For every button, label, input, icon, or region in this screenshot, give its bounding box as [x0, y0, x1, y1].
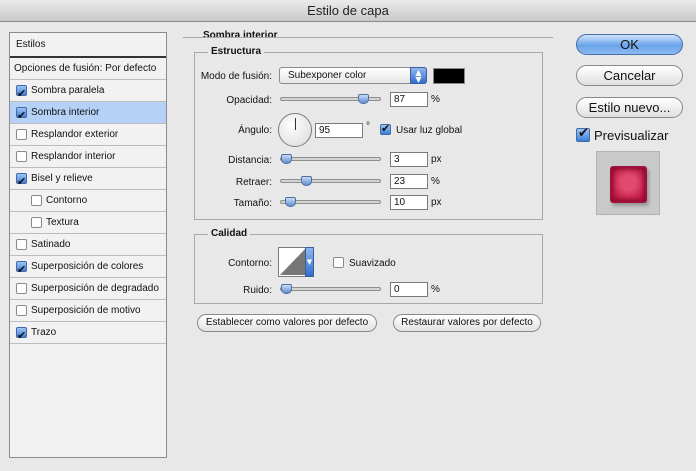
distance-label: Distancia: [228, 155, 272, 166]
new-style-button[interactable]: Estilo nuevo... [576, 97, 683, 118]
style-item-label: Superposición de colores [31, 261, 144, 272]
style-item[interactable]: Superposición de motivo [10, 300, 166, 322]
style-item-checkbox[interactable] [16, 83, 27, 104]
contour-label: Contorno: [228, 258, 272, 269]
angle-unit: ° [366, 121, 370, 132]
angle-label: Ángulo: [238, 125, 272, 136]
window-title: Estilo de capa [0, 0, 696, 22]
choke-unit: % [431, 176, 440, 187]
style-item-label: Resplandor interior [31, 151, 116, 162]
noise-slider[interactable] [280, 284, 381, 294]
style-item-checkbox[interactable] [16, 283, 27, 294]
style-item[interactable]: Resplandor exterior [10, 124, 166, 146]
preview-checkbox[interactable] [576, 126, 590, 142]
style-item-label: Sombra paralela [31, 85, 105, 96]
size-slider-thumb[interactable] [285, 197, 296, 207]
style-item-checkbox[interactable] [16, 305, 27, 316]
inner-shadow-title: Sombra interior [200, 30, 281, 41]
size-label: Tamaño: [233, 198, 272, 209]
structure-title: Estructura [208, 46, 265, 57]
style-item-checkbox[interactable] [16, 105, 27, 126]
style-item-checkbox[interactable] [16, 239, 27, 250]
antialias-checkbox[interactable] [333, 257, 344, 268]
style-item[interactable]: Satinado [10, 234, 166, 256]
style-item-label: Trazo [31, 327, 57, 338]
opacity-slider-thumb[interactable] [358, 94, 369, 104]
preview-label: Previsualizar [594, 128, 669, 143]
style-item[interactable]: Superposición de degradado [10, 278, 166, 300]
style-item[interactable]: Textura [10, 212, 166, 234]
contour-picker[interactable]: ▼ [278, 247, 314, 277]
style-item-label: Superposición de degradado [31, 283, 159, 294]
noise-unit: % [431, 284, 440, 295]
distance-slider-thumb[interactable] [281, 154, 292, 164]
angle-dial-needle [295, 118, 296, 130]
antialias-label: Suavizado [349, 258, 396, 269]
style-item-label: Resplandor exterior [31, 129, 119, 140]
noise-input[interactable]: 0 [390, 282, 428, 297]
style-item-checkbox[interactable] [31, 217, 42, 228]
style-item-checkbox[interactable] [16, 151, 27, 162]
style-item-label: Superposición de motivo [31, 305, 141, 316]
contour-dropdown-icon[interactable]: ▼ [305, 247, 314, 277]
style-item-checkbox[interactable] [16, 171, 27, 192]
style-item[interactable]: Sombra paralela [10, 80, 166, 104]
style-item-checkbox[interactable] [31, 195, 42, 206]
contour-curve-icon [280, 248, 306, 275]
style-item[interactable]: Bisel y relieve [10, 168, 166, 192]
blend-mode-label: Modo de fusión: [200, 71, 272, 82]
style-item[interactable]: Sombra interior [10, 102, 166, 126]
noise-label: Ruido: [243, 285, 272, 296]
angle-dial[interactable] [278, 113, 312, 147]
style-item-label: Contorno [46, 195, 88, 206]
distance-unit: px [431, 154, 442, 165]
blending-options-item[interactable]: Opciones de fusión: Por defecto [10, 58, 166, 80]
select-arrows-icon: ▲ ▼ [410, 67, 427, 84]
style-item-label: Textura [46, 217, 79, 228]
reset-default-button[interactable]: Restaurar valores por defecto [393, 314, 541, 332]
choke-label: Retraer: [235, 177, 272, 188]
shadow-color-swatch[interactable] [433, 68, 465, 84]
blend-mode-select[interactable]: Subexponer color ▲ ▼ [279, 67, 427, 84]
style-item-checkbox[interactable] [16, 325, 27, 346]
opacity-label: Opacidad: [226, 95, 272, 106]
blend-mode-value: Subexponer color [288, 70, 367, 81]
styles-header[interactable]: Estilos [10, 33, 166, 58]
choke-input[interactable]: 23 [390, 174, 428, 189]
style-item-checkbox[interactable] [16, 129, 27, 140]
size-input[interactable]: 10 [390, 195, 428, 210]
blending-options-label: Opciones de fusión: Por defecto [14, 63, 157, 74]
style-item-label: Satinado [31, 239, 71, 250]
angle-input[interactable]: 95 [315, 123, 363, 138]
size-unit: px [431, 197, 442, 208]
styles-list: Estilos Opciones de fusión: Por defecto … [9, 32, 167, 458]
style-item[interactable]: Superposición de colores [10, 256, 166, 280]
quality-title: Calidad [208, 228, 251, 239]
opacity-input[interactable]: 87 [390, 92, 428, 107]
ok-button[interactable]: OK [576, 34, 683, 55]
global-light-checkbox[interactable] [380, 122, 391, 135]
style-item[interactable]: Trazo [10, 322, 166, 346]
opacity-slider[interactable] [280, 94, 381, 104]
style-preview-thumbnail [596, 151, 660, 215]
distance-slider[interactable] [280, 154, 381, 164]
style-item[interactable]: Resplandor interior [10, 146, 166, 168]
opacity-unit: % [431, 94, 440, 105]
preview-swatch [610, 166, 647, 203]
style-item-label: Bisel y relieve [31, 173, 93, 184]
noise-slider-thumb[interactable] [281, 284, 292, 294]
choke-slider[interactable] [280, 176, 381, 186]
distance-input[interactable]: 3 [390, 152, 428, 167]
style-item-label: Sombra interior [31, 107, 100, 118]
choke-slider-thumb[interactable] [301, 176, 312, 186]
cancel-button[interactable]: Cancelar [576, 65, 683, 86]
make-default-button[interactable]: Establecer como valores por defecto [197, 314, 377, 332]
size-slider[interactable] [280, 197, 381, 207]
global-light-label: Usar luz global [396, 125, 463, 136]
style-item-checkbox[interactable] [16, 259, 27, 280]
style-item[interactable]: Contorno [10, 190, 166, 212]
